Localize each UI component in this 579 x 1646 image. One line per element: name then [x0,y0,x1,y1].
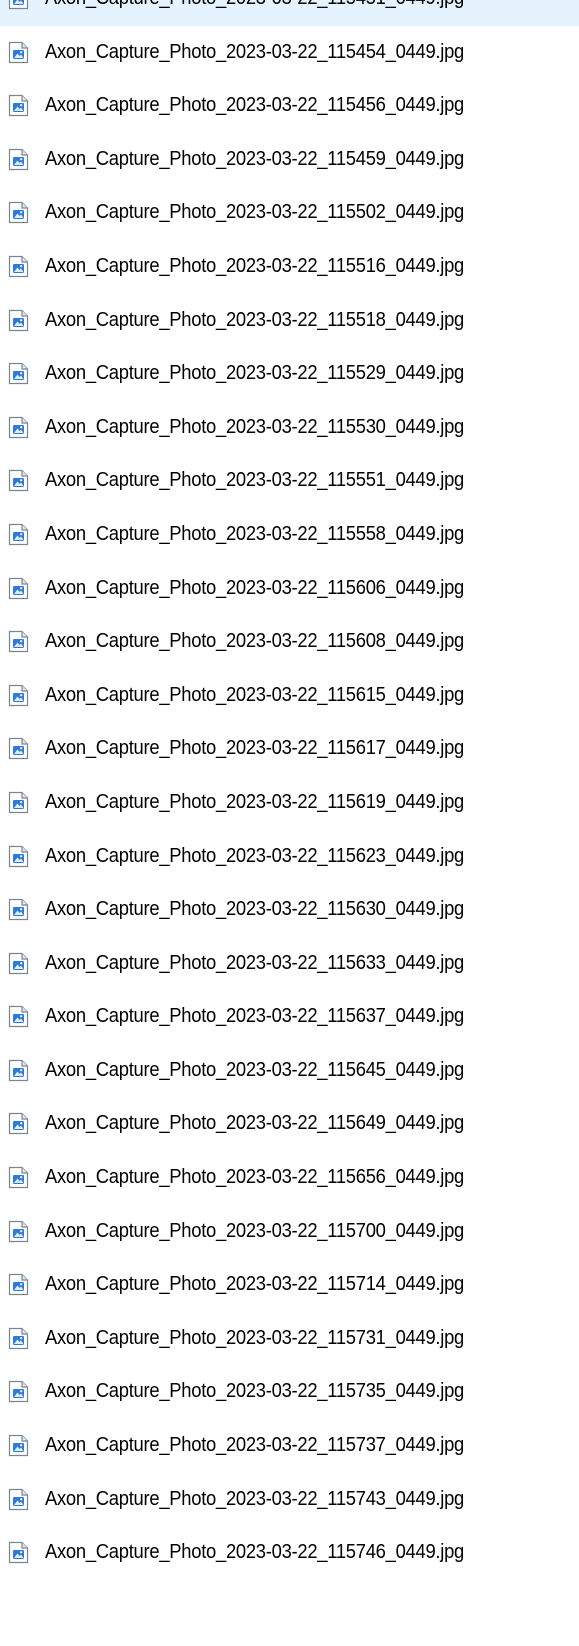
file-list-item[interactable]: Axon_Capture_Photo_2023-03-22_115608_044… [0,615,579,669]
file-name-label: Axon_Capture_Photo_2023-03-22_115714_044… [45,1273,464,1296]
file-name-label: Axon_Capture_Photo_2023-03-22_115737_044… [45,1434,464,1457]
file-name-label: Axon_Capture_Photo_2023-03-22_115630_044… [45,898,464,921]
image-file-icon [8,469,29,492]
image-file-icon [8,148,29,171]
file-list-item[interactable]: Axon_Capture_Photo_2023-03-22_115529_044… [0,347,579,401]
file-list-item[interactable]: Axon_Capture_Photo_2023-03-22_115645_044… [0,1044,579,1098]
image-file-icon [8,0,29,10]
file-name-label: Axon_Capture_Photo_2023-03-22_115623_044… [45,844,464,867]
image-file-icon [8,1059,29,1082]
image-file-icon [8,1220,29,1243]
file-list-item[interactable]: Axon_Capture_Photo_2023-03-22_115743_044… [0,1473,579,1527]
file-list-item[interactable]: Axon_Capture_Photo_2023-03-22_115551_044… [0,454,579,508]
file-name-label: Axon_Capture_Photo_2023-03-22_115615_044… [45,683,464,706]
file-name-label: Axon_Capture_Photo_2023-03-22_115617_044… [45,737,464,760]
image-file-icon [8,737,29,760]
file-name-label: Axon_Capture_Photo_2023-03-22_115656_044… [45,1166,464,1189]
image-file-icon [8,1005,29,1028]
file-list-item[interactable]: Axon_Capture_Photo_2023-03-22_115459_044… [0,133,579,187]
image-file-icon [8,1327,29,1350]
image-file-icon [8,898,29,921]
file-name-label: Axon_Capture_Photo_2023-03-22_115637_044… [45,1005,464,1028]
image-file-icon [8,201,29,224]
file-name-label: Axon_Capture_Photo_2023-03-22_115746_044… [45,1541,464,1564]
file-list-item[interactable]: Axon_Capture_Photo_2023-03-22_115630_044… [0,883,579,937]
image-file-icon [8,1434,29,1457]
file-name-label: Axon_Capture_Photo_2023-03-22_115459_044… [45,147,464,170]
image-file-icon [8,309,29,332]
file-name-label: Axon_Capture_Photo_2023-03-22_115529_044… [45,362,464,385]
file-list-item[interactable]: Axon_Capture_Photo_2023-03-22_115735_044… [0,1365,579,1419]
file-name-label: Axon_Capture_Photo_2023-03-22_115619_044… [45,790,464,813]
file-name-label: Axon_Capture_Photo_2023-03-22_115530_044… [45,415,464,438]
file-list-item[interactable]: Axon_Capture_Photo_2023-03-22_115731_044… [0,1312,579,1366]
image-file-icon [8,1273,29,1296]
file-name-label: Axon_Capture_Photo_2023-03-22_115456_044… [45,94,464,117]
file-name-label: Axon_Capture_Photo_2023-03-22_115633_044… [45,951,464,974]
file-name-label: Axon_Capture_Photo_2023-03-22_115518_044… [45,308,464,331]
file-list-item[interactable]: Axon_Capture_Photo_2023-03-22_115619_044… [0,776,579,830]
file-list-item[interactable]: Axon_Capture_Photo_2023-03-22_115623_044… [0,830,579,884]
file-list-item[interactable]: Axon_Capture_Photo_2023-03-22_115714_044… [0,1258,579,1312]
file-list-item[interactable]: Axon_Capture_Photo_2023-03-22_115606_044… [0,562,579,616]
image-file-icon [8,1112,29,1135]
file-list-item[interactable]: Axon_Capture_Photo_2023-03-22_115615_044… [0,669,579,723]
file-name-label: Axon_Capture_Photo_2023-03-22_115454_044… [45,40,464,63]
file-name-label: Axon_Capture_Photo_2023-03-22_115649_044… [45,1112,464,1135]
image-file-icon [8,577,29,600]
file-list-item[interactable]: Axon_Capture_Photo_2023-03-22_115456_044… [0,79,579,133]
file-list-item[interactable]: Axon_Capture_Photo_2023-03-22_115502_044… [0,186,579,240]
image-file-icon [8,94,29,117]
image-file-icon [8,684,29,707]
file-list-item[interactable]: Axon_Capture_Photo_2023-03-22_115451_044… [0,0,579,26]
file-list-item[interactable]: Axon_Capture_Photo_2023-03-22_115617_044… [0,722,579,776]
image-file-icon [8,416,29,439]
image-file-icon [8,630,29,653]
file-name-label: Axon_Capture_Photo_2023-03-22_115731_044… [45,1326,464,1349]
file-list: Axon_Capture_Photo_2023-03-22_115451_044… [0,0,579,1580]
file-list-item[interactable]: Axon_Capture_Photo_2023-03-22_115633_044… [0,937,579,991]
image-file-icon [8,952,29,975]
file-name-label: Axon_Capture_Photo_2023-03-22_115645_044… [45,1058,464,1081]
file-name-label: Axon_Capture_Photo_2023-03-22_115451_044… [45,0,464,11]
file-list-item[interactable]: Axon_Capture_Photo_2023-03-22_115454_044… [0,26,579,80]
image-file-icon [8,845,29,868]
file-list-item[interactable]: Axon_Capture_Photo_2023-03-22_115656_044… [0,1151,579,1205]
file-name-label: Axon_Capture_Photo_2023-03-22_115551_044… [45,469,464,492]
image-file-icon [8,255,29,278]
file-name-label: Axon_Capture_Photo_2023-03-22_115700_044… [45,1219,464,1242]
image-file-icon [8,362,29,385]
file-name-label: Axon_Capture_Photo_2023-03-22_115558_044… [45,522,464,545]
file-list-item[interactable]: Axon_Capture_Photo_2023-03-22_115649_044… [0,1097,579,1151]
file-name-label: Axon_Capture_Photo_2023-03-22_115516_044… [45,254,464,277]
file-list-item[interactable]: Axon_Capture_Photo_2023-03-22_115637_044… [0,990,579,1044]
file-list-item[interactable]: Axon_Capture_Photo_2023-03-22_115737_044… [0,1419,579,1473]
file-list-item[interactable]: Axon_Capture_Photo_2023-03-22_115558_044… [0,508,579,562]
file-name-label: Axon_Capture_Photo_2023-03-22_115735_044… [45,1380,464,1403]
file-name-label: Axon_Capture_Photo_2023-03-22_115606_044… [45,576,464,599]
file-name-label: Axon_Capture_Photo_2023-03-22_115608_044… [45,630,464,653]
image-file-icon [8,1541,29,1564]
image-file-icon [8,1488,29,1511]
file-list-item[interactable]: Axon_Capture_Photo_2023-03-22_115516_044… [0,240,579,294]
image-file-icon [8,523,29,546]
image-file-icon [8,1380,29,1403]
file-list-item[interactable]: Axon_Capture_Photo_2023-03-22_115700_044… [0,1205,579,1259]
file-name-label: Axon_Capture_Photo_2023-03-22_115743_044… [45,1487,464,1510]
image-file-icon [8,41,29,64]
image-file-icon [8,791,29,814]
file-list-item[interactable]: Axon_Capture_Photo_2023-03-22_115530_044… [0,401,579,455]
file-name-label: Axon_Capture_Photo_2023-03-22_115502_044… [45,201,464,224]
file-list-item[interactable]: Axon_Capture_Photo_2023-03-22_115746_044… [0,1526,579,1580]
file-list-item[interactable]: Axon_Capture_Photo_2023-03-22_115518_044… [0,294,579,348]
image-file-icon [8,1166,29,1189]
